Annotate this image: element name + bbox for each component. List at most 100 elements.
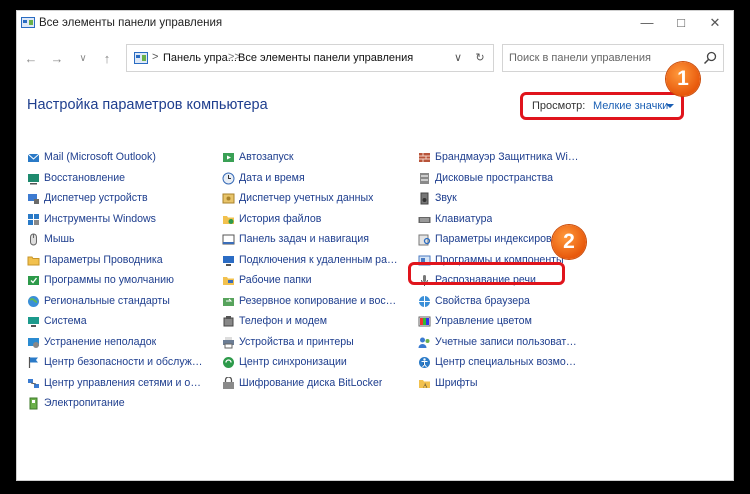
system-icon [28,317,39,327]
minimize-icon: — [640,15,654,30]
arrow-right-icon: → [50,51,64,66]
power-icon [29,397,38,410]
address-bar[interactable]: > Панель упра... >> Все элементы панели … [126,44,494,72]
arrow-left-icon: ← [24,51,38,66]
title-bar: Все элементы панели управления — □ ✕ [17,11,733,37]
svg-text:A: A [423,383,428,389]
cp-item-label: История файлов [239,212,322,225]
cp-item-label: Свойства браузера [435,294,530,307]
cp-item-label: Резервное копирование и восстановление [239,294,399,307]
remote-desktop-icon [223,255,234,266]
troubleshooting-icon [28,337,39,348]
taskbar-icon [222,234,235,245]
fonts-icon: A [419,379,430,389]
cp-item-label: Шифрование диска BitLocker [239,376,383,389]
forward-button[interactable]: → [47,51,67,67]
callout-badge-2: 2 [552,225,586,259]
cp-item-label: Региональные стандарты [44,294,170,307]
control-panel-window: Все элементы панели управления — □ ✕ ← →… [16,10,734,481]
firewall-icon [419,153,430,162]
network-icon [28,378,39,388]
recent-locations-button[interactable]: ∨ [73,51,93,67]
phone-icon [223,316,234,327]
maximize-button[interactable]: □ [664,11,698,35]
recovery-icon [28,173,39,184]
mouse-icon [30,233,37,246]
close-button[interactable]: ✕ [698,11,732,35]
back-button[interactable]: ← [21,51,41,67]
cp-item-label: Дисковые пространства [435,171,553,184]
mail-icon [27,153,40,162]
cp-item-label: Центр специальных возможностей [435,356,580,368]
breadcrumb-current-wrap: Все элементы панели управления [238,51,423,67]
cp-item-label: Мышь [44,233,75,245]
cp-item-label: Система [44,315,87,327]
refresh-icon: ↻ [475,52,485,64]
breadcrumb-all-items[interactable]: Все элементы панели управления [238,52,413,64]
breadcrumb-control-panel[interactable]: Панель упра... [163,52,237,64]
accessibility-icon [419,357,430,368]
work-folders-icon [223,277,234,285]
programs-highlight-box [408,262,565,285]
search-input[interactable] [509,50,689,66]
printer-icon [223,336,234,348]
refresh-button[interactable]: ↻ [472,50,488,66]
cp-item-label: Дата и время [239,171,305,184]
cp-item-label: Учетные записи пользователей [435,335,580,348]
view-by-label: Просмотр: [532,100,586,112]
windows-tools-icon [28,213,39,225]
control-panel-icon [21,17,35,28]
address-dropdown-button[interactable]: ∨ [450,50,466,66]
autoplay-icon [223,153,234,162]
cp-item-label: Телефон и модем [239,315,328,327]
dropdown-arrow-icon[interactable] [666,104,674,108]
cp-item-label: Управление цветом [435,315,532,327]
chevron-down-icon: ∨ [79,53,87,64]
control-panel-icon [134,52,148,64]
clock-icon [222,172,235,184]
explorer-options-icon [27,256,40,265]
sync-icon [223,357,234,368]
cp-item-label: Клавиатура [435,212,493,225]
region-icon [28,295,39,307]
maximize-icon: □ [677,15,685,30]
internet-options-icon [419,295,430,307]
cp-item-label: Устройства и принтеры [239,335,354,348]
file-history-icon [223,215,234,224]
sound-icon [420,192,429,205]
bitlocker-icon [223,376,234,389]
callout-badge-1: 1 [666,62,700,96]
chevron-down-icon: ∨ [453,52,463,64]
cp-item-label: Программы по умолчанию [44,274,174,286]
cp-item-label: Панель задач и навигация [239,233,369,245]
cp-item-label: Центр безопасности и обслуживания [44,356,204,368]
cp-item-label: Центр управления сетями и общим доступом [44,376,204,389]
keyboard-icon [418,216,431,223]
backup-icon [223,297,234,306]
arrow-up-icon: ↑ [103,51,111,66]
cp-item-label: Звук [435,192,457,204]
cp-item-label: Брандмауэр Защитника Windows [435,151,580,163]
cp-item-label: Диспетчер учетных данных [239,192,374,204]
up-button[interactable]: ↑ [97,51,117,67]
view-by-dropdown[interactable]: Мелкие значки [593,100,668,112]
users-icon [418,337,430,348]
cp-item-label: Автозапуск [239,151,294,163]
breadcrumb-separator: > [152,51,159,63]
indexing-icon [418,234,431,246]
credential-icon [222,193,235,204]
color-management-icon [418,316,431,327]
device-manager-icon [28,194,39,204]
cp-item-label: Восстановление [44,171,126,184]
cp-item-label: Центр синхронизации [239,356,347,368]
storage-spaces-icon [420,172,429,184]
cp-item-label: Инструменты Windows [44,212,156,225]
cp-item-label: Диспетчер устройств [44,192,148,204]
cp-item-label: Электропитание [44,397,125,409]
view-by-control: Просмотр: Мелкие значки [520,92,684,120]
page-title: Настройка параметров компьютера [27,97,268,113]
cp-item-label: Шрифты [435,376,478,389]
security-flag-icon [28,357,38,368]
search-icon [703,51,717,65]
minimize-button[interactable]: — [630,11,664,35]
